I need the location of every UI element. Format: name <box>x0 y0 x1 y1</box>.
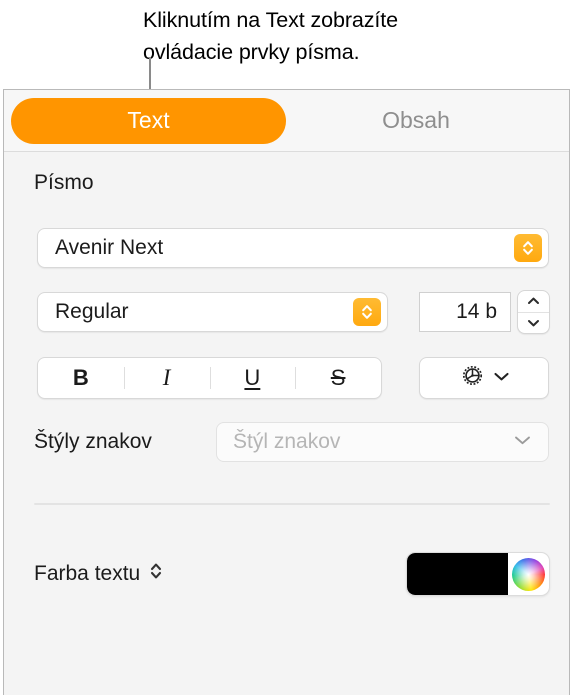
callout-annotation: Kliknutím na Text zobrazíte ovládacie pr… <box>143 4 563 68</box>
color-wheel-button[interactable] <box>508 557 549 591</box>
stepper-down-button[interactable] <box>518 313 549 334</box>
font-size-stepper[interactable] <box>517 290 550 334</box>
gear-icon <box>459 362 486 394</box>
character-styles-row: Štýly znakov Štýl znakov <box>4 422 569 462</box>
text-color-label: Farba textu <box>34 562 141 585</box>
font-family-value: Avenir Next <box>55 236 164 259</box>
text-format-row: B I U S <box>4 357 569 399</box>
text-color-label-group[interactable]: Farba textu <box>34 560 163 588</box>
stepper-up-button[interactable] <box>518 291 549 313</box>
tab-text-label: Text <box>127 107 170 133</box>
font-size-input[interactable]: 14 b <box>419 292 511 332</box>
font-family-row: Avenir Next <box>4 228 569 268</box>
text-color-swatch[interactable] <box>407 553 508 595</box>
chevron-down-icon <box>493 369 510 387</box>
font-typeface-popup[interactable]: Regular <box>37 292 388 332</box>
tab-obsah-label: Obsah <box>382 107 450 133</box>
color-wheel-icon <box>512 557 545 591</box>
panel-body: Písmo Avenir Next Regular 14 b B I U S Š… <box>4 152 569 695</box>
text-color-row: Farba textu <box>4 552 569 596</box>
italic-button[interactable]: I <box>123 358 210 398</box>
chevron-down-icon <box>513 433 532 451</box>
callout-line-1: Kliknutím na Text zobrazíte <box>143 8 399 32</box>
panel-tabbar: Text Obsah <box>4 90 569 152</box>
advanced-options-button[interactable] <box>419 357 549 399</box>
character-styles-label: Štýly znakov <box>34 430 152 453</box>
section-divider <box>34 503 550 505</box>
font-style-row: Regular 14 b <box>4 290 569 334</box>
font-size-value: 14 b <box>456 300 497 323</box>
tab-obsah[interactable]: Obsah <box>286 98 546 144</box>
bold-button[interactable]: B <box>38 358 124 398</box>
format-panel: Text Obsah Písmo Avenir Next Regular 14 … <box>3 89 570 695</box>
chevron-updown-icon[interactable] <box>149 560 163 588</box>
chevron-updown-icon[interactable] <box>514 234 542 262</box>
character-style-popup[interactable]: Štýl znakov <box>216 422 549 462</box>
character-style-placeholder: Štýl znakov <box>233 430 341 453</box>
font-family-popup[interactable]: Avenir Next <box>37 228 549 268</box>
tab-text[interactable]: Text <box>11 97 286 144</box>
underline-button[interactable]: U <box>209 358 296 398</box>
callout-line-2: ovládacie prvky písma. <box>143 40 360 64</box>
font-section-heading: Písmo <box>34 171 94 194</box>
text-color-well[interactable] <box>406 552 550 596</box>
strikethrough-button[interactable]: S <box>295 358 381 398</box>
chevron-updown-icon[interactable] <box>353 298 381 326</box>
font-typeface-value: Regular <box>55 300 129 323</box>
text-format-segmented-control: B I U S <box>37 357 382 399</box>
